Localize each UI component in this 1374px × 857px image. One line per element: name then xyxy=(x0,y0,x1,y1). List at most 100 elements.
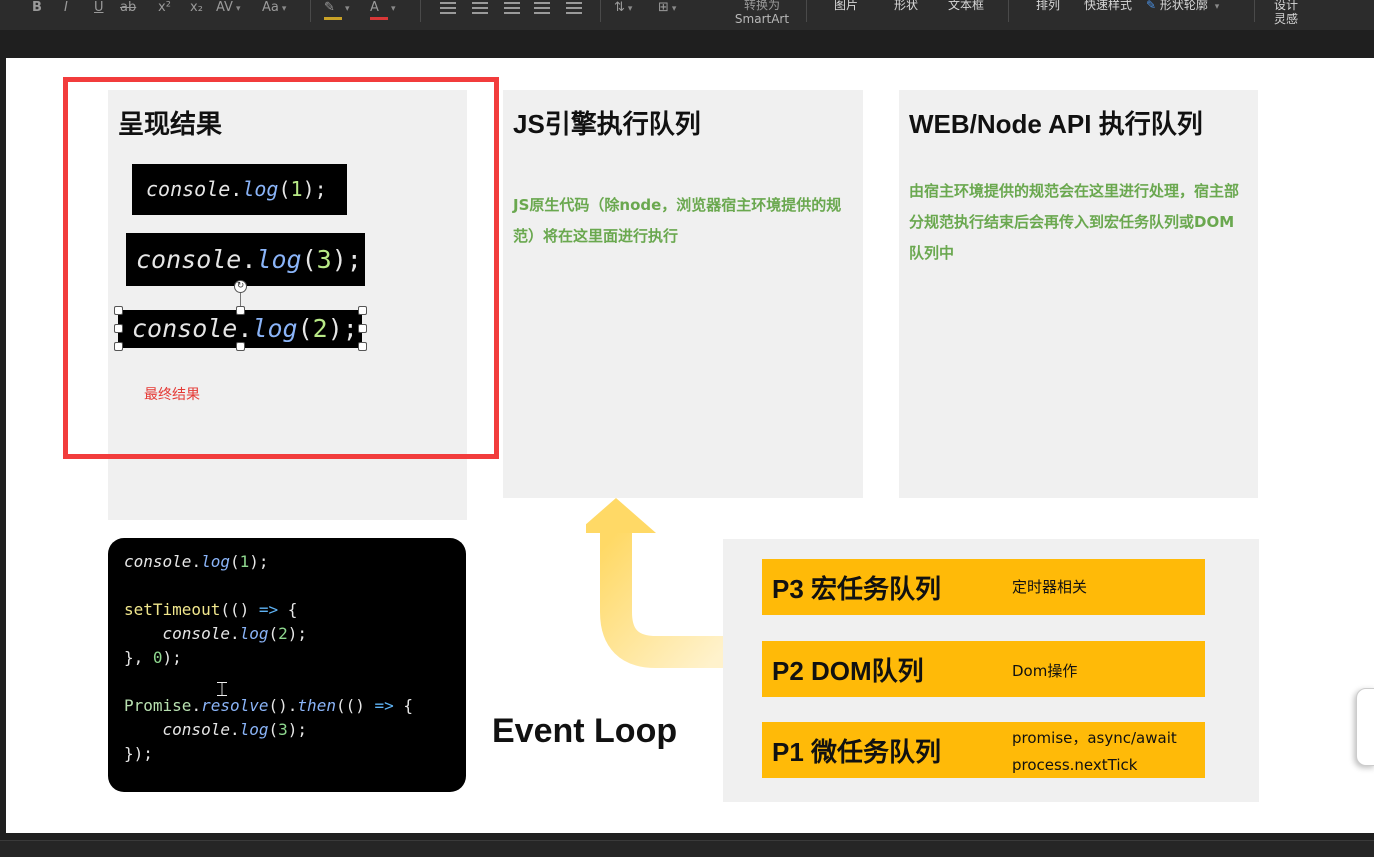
code-token: 2 xyxy=(278,624,288,643)
font-color-swatch xyxy=(370,17,388,20)
quick-styles-label: 快速样式 xyxy=(1083,0,1132,12)
code-token: ( xyxy=(229,552,240,571)
code-token: (() xyxy=(335,696,375,715)
change-case-label: Aa xyxy=(262,0,279,15)
align-right-icon xyxy=(504,2,520,14)
code-token: { xyxy=(278,600,298,619)
dom-queue-bar[interactable]: P2 DOM队列 Dom操作 xyxy=(762,641,1205,697)
chevron-down-icon: ▾ xyxy=(345,4,350,14)
code-token: 3 xyxy=(278,720,288,739)
highlighter-icon: ✎ xyxy=(324,0,342,20)
highlight-color-button[interactable]: ✎ ▾ xyxy=(324,0,350,22)
code-token: ); xyxy=(287,720,308,739)
align-center-icon xyxy=(472,2,488,14)
code-token: 1 xyxy=(239,552,250,571)
highlight-frame[interactable] xyxy=(63,77,499,459)
pencil-icon: ✎ xyxy=(1146,0,1157,12)
code-token: ); xyxy=(287,624,308,643)
curved-arrow-icon xyxy=(586,498,723,668)
shape-outline-button[interactable]: ✎ 形状轮廓 ▾ xyxy=(1146,0,1242,14)
code-token: . xyxy=(191,552,202,571)
arrange-button[interactable]: 排列 xyxy=(1032,0,1064,12)
strikethrough-button[interactable]: ab xyxy=(120,0,136,22)
highlight-color-swatch xyxy=(324,17,342,20)
design-ideas-label-2: 灵感 xyxy=(1273,12,1298,26)
superscript-button[interactable]: x² xyxy=(158,0,171,22)
side-panel-tab[interactable] xyxy=(1356,688,1374,766)
toolbar-divider xyxy=(1254,0,1255,22)
code-line: setTimeout(() => { xyxy=(124,598,450,622)
quick-styles-button[interactable]: 快速样式 xyxy=(1080,0,1136,12)
picture-button[interactable]: 图片 xyxy=(830,0,862,12)
convert-smartart-button[interactable]: 转换为 SmartArt xyxy=(730,0,794,26)
queue-note: promise，async/await xyxy=(1012,729,1177,747)
code-token: (). xyxy=(268,696,298,715)
code-token: . xyxy=(229,720,240,739)
align-right-button[interactable] xyxy=(504,0,520,22)
align-text-button[interactable]: ⊞ ▾ xyxy=(658,0,676,22)
char-spacing-button[interactable]: AV ▾ xyxy=(216,0,241,22)
code-token: ( xyxy=(268,720,279,739)
font-color-button[interactable]: A ▾ xyxy=(370,0,396,22)
justify-icon xyxy=(534,2,550,14)
event-loop-label: Event Loop xyxy=(492,712,678,750)
code-token: then xyxy=(297,696,336,715)
code-line: }, 0); xyxy=(124,646,450,670)
picture-label: 图片 xyxy=(833,0,858,12)
italic-button[interactable]: I xyxy=(64,0,68,22)
toolbar-divider xyxy=(310,0,311,22)
slide[interactable]: 呈现结果 console.log(1); console.log(3); con… xyxy=(6,58,1374,833)
arrange-label: 排列 xyxy=(1035,0,1060,12)
task-queues-panel[interactable]: P3 宏任务队列 定时器相关 P2 DOM队列 Dom操作 P1 微任务队列 p… xyxy=(723,539,1259,802)
bold-button[interactable]: B xyxy=(32,0,42,22)
columns-icon xyxy=(566,2,582,14)
design-ideas-button[interactable]: 设计 灵感 xyxy=(1270,0,1302,26)
code-token: { xyxy=(393,696,414,715)
change-case-button[interactable]: Aa ▾ xyxy=(262,0,286,22)
queue-name: P3 宏任务队列 xyxy=(772,574,942,604)
code-token: => xyxy=(374,696,394,715)
convert-smartart-label-2: SmartArt xyxy=(734,12,790,26)
shape-outline-label: 形状轮廓 xyxy=(1159,0,1208,12)
web-api-panel-desc: 由宿主环境提供的规范会在这里进行处理，宿主部分规范执行结束后会再传入到宏任务队列… xyxy=(909,182,1240,262)
code-token: log xyxy=(239,720,269,739)
code-line: console.log(3); xyxy=(124,718,450,742)
justify-button[interactable] xyxy=(534,0,550,22)
code-token: 0 xyxy=(152,648,163,667)
textbox-button[interactable]: 文本框 xyxy=(944,0,988,12)
status-bar xyxy=(0,840,1374,857)
code-token: Promise xyxy=(124,696,192,715)
source-code-block[interactable]: console.log(1);​setTimeout(() => { conso… xyxy=(108,538,466,792)
queue-name: P2 DOM队列 xyxy=(772,656,924,686)
microtask-queue-bar[interactable]: P1 微任务队列 promise，async/await process.nex… xyxy=(762,722,1205,778)
align-center-button[interactable] xyxy=(472,0,488,22)
code-token: console xyxy=(162,720,230,739)
code-token: console xyxy=(124,552,192,571)
code-token: ); xyxy=(249,552,269,571)
web-api-panel[interactable]: WEB/Node API 执行队列 由宿主环境提供的规范会在这里进行处理，宿主部… xyxy=(899,90,1258,498)
code-token: }, xyxy=(124,648,153,667)
code-token: . xyxy=(229,624,240,643)
shape-button[interactable]: 形状 xyxy=(890,0,922,12)
subscript-button[interactable]: x₂ xyxy=(190,0,203,22)
code-token: setTimeout xyxy=(124,600,221,619)
chevron-down-icon: ▾ xyxy=(235,4,241,14)
align-left-icon xyxy=(440,2,456,14)
toolbar-divider xyxy=(420,0,421,22)
code-token: log xyxy=(201,552,230,571)
columns-button[interactable] xyxy=(566,0,582,22)
queue-note: Dom操作 xyxy=(1012,662,1078,680)
web-api-panel-title: WEB/Node API 执行队列 xyxy=(909,109,1203,139)
code-token: ); xyxy=(162,648,182,667)
code-token: log xyxy=(239,624,269,643)
textbox-label: 文本框 xyxy=(947,0,984,12)
macrotask-queue-bar[interactable]: P3 宏任务队列 定时器相关 xyxy=(762,559,1205,615)
underline-button[interactable]: U xyxy=(94,0,104,22)
align-left-button[interactable] xyxy=(440,0,456,22)
queue-note: 定时器相关 xyxy=(1012,578,1088,596)
js-engine-panel[interactable]: JS引擎执行队列 JS原生代码（除node，浏览器宿主环境提供的规范）将在这里面… xyxy=(503,90,863,498)
shape-label: 形状 xyxy=(893,0,918,12)
code-token: ( xyxy=(268,624,279,643)
text-direction-button[interactable]: ⇅ ▾ xyxy=(614,0,632,22)
text-cursor-icon: ⌶ xyxy=(216,677,228,701)
